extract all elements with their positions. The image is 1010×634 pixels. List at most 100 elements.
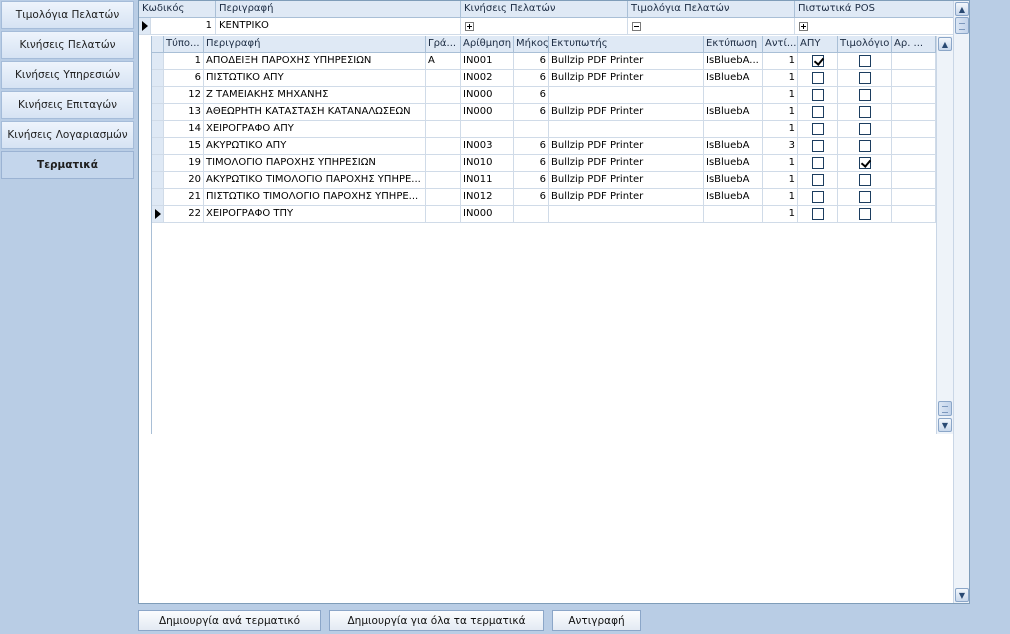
printer-cell[interactable]	[549, 206, 704, 222]
invoice-checkbox[interactable]	[858, 208, 871, 220]
length-cell[interactable]: 6	[514, 53, 549, 69]
length-cell[interactable]: 6	[514, 189, 549, 205]
numbering-cell[interactable]: IN000	[461, 206, 514, 222]
column-header-length[interactable]: Μήκος	[514, 36, 549, 52]
scroll-thumb[interactable]	[955, 17, 969, 34]
ar-cell[interactable]	[892, 70, 936, 86]
apy-checkbox[interactable]	[811, 140, 824, 152]
column-header-copies[interactable]: Αντί...	[763, 36, 798, 52]
numbering-cell[interactable]: IN000	[461, 87, 514, 103]
copies-cell[interactable]: 1	[763, 189, 798, 205]
copies-cell[interactable]: 1	[763, 87, 798, 103]
type-cell[interactable]: 13	[164, 104, 204, 120]
ar-cell[interactable]	[892, 138, 936, 154]
copies-cell[interactable]: 1	[763, 104, 798, 120]
sidebar-item-terminals[interactable]: Τερματικά	[1, 151, 134, 179]
length-cell[interactable]	[514, 121, 549, 137]
sidebar-item-customer-transactions[interactable]: Κινήσεις Πελατών	[1, 31, 134, 59]
printer-cell[interactable]: Bullzip PDF Printer	[549, 138, 704, 154]
copies-cell[interactable]: 3	[763, 138, 798, 154]
copy-button[interactable]: Αντιγραφή	[552, 610, 641, 631]
column-header-apy[interactable]: ΑΠΥ	[798, 36, 838, 52]
apy-checkbox[interactable]	[811, 106, 824, 118]
description-cell[interactable]: ΑΠΟΔΕΙΞΗ ΠΑΡΟΧΗΣ ΥΠΗΡΕΣΙΩΝ	[204, 53, 426, 69]
length-cell[interactable]: 6	[514, 155, 549, 171]
apy-checkbox[interactable]	[811, 55, 824, 67]
letter-cell[interactable]	[426, 138, 461, 154]
letter-cell[interactable]	[426, 189, 461, 205]
description-cell[interactable]: ΧΕΙΡΟΓΡΑΦΟ ΤΠΥ	[204, 206, 426, 222]
table-row[interactable]: 14 ΧΕΙΡΟΓΡΑΦΟ ΑΠΥ 1	[152, 121, 936, 138]
print-cell[interactable]: IsBluebA	[704, 138, 763, 154]
table-row[interactable]: 1 ΑΠΟΔΕΙΞΗ ΠΑΡΟΧΗΣ ΥΠΗΡΕΣΙΩΝ A IN001 6 Bullzi…	[152, 53, 936, 70]
letter-cell[interactable]	[426, 206, 461, 222]
scroll-up-icon[interactable]: ▲	[955, 2, 969, 16]
numbering-cell[interactable]: IN003	[461, 138, 514, 154]
copies-cell[interactable]: 1	[763, 70, 798, 86]
column-header-print[interactable]: Εκτύπωση	[704, 36, 763, 52]
apy-cell[interactable]	[798, 53, 838, 69]
numbering-cell[interactable]: IN010	[461, 155, 514, 171]
table-row[interactable]: 15 ΑΚΥΡΩΤΙΚΟ ΑΠΥ IN003 6 Bullzip PDF Printer…	[152, 138, 936, 155]
sidebar-item-account-transactions[interactable]: Κινήσεις Λογαριασμών	[1, 121, 134, 149]
description-cell[interactable]: ΠΙΣΤΩΤΙΚΟ ΤΙΜΟΛΟΓΙΟ ΠΑΡΟΧΗΣ ΥΠΗΡΕ...	[204, 189, 426, 205]
print-cell[interactable]: IsBluebA	[704, 172, 763, 188]
description-cell[interactable]: ΑΚΥΡΩΤΙΚΟ ΤΙΜΟΛΟΓΙΟ ΠΑΡΟΧΗΣ ΥΠΗΡΕ...	[204, 172, 426, 188]
type-cell[interactable]: 1	[164, 53, 204, 69]
type-cell[interactable]: 12	[164, 87, 204, 103]
table-row[interactable]: 21 ΠΙΣΤΩΤΙΚΟ ΤΙΜΟΛΟΓΙΟ ΠΑΡΟΧΗΣ ΥΠΗΡΕ... IN…	[152, 189, 936, 206]
invoice-cell[interactable]	[838, 104, 892, 120]
sidebar-item-cheque-transactions[interactable]: Κινήσεις Επιταγών	[1, 91, 134, 119]
invoice-cell[interactable]	[838, 189, 892, 205]
apy-cell[interactable]	[798, 104, 838, 120]
printer-cell[interactable]: Bullzip PDF Printer	[549, 70, 704, 86]
letter-cell[interactable]	[426, 104, 461, 120]
length-cell[interactable]: 6	[514, 87, 549, 103]
numbering-cell[interactable]: IN002	[461, 70, 514, 86]
invoice-checkbox[interactable]	[858, 55, 871, 67]
ar-cell[interactable]	[892, 121, 936, 137]
print-cell[interactable]	[704, 206, 763, 222]
printer-cell[interactable]: Bullzip PDF Printer	[549, 155, 704, 171]
printer-cell[interactable]	[549, 121, 704, 137]
column-header-customer-transactions[interactable]: Κινήσεις Πελατών	[461, 1, 628, 17]
printer-cell[interactable]	[549, 87, 704, 103]
column-header-pos-credits[interactable]: Πιστωτικά POS	[795, 1, 953, 17]
customer-invoices-cell[interactable]	[628, 18, 795, 34]
type-cell[interactable]: 6	[164, 70, 204, 86]
column-header-invoice[interactable]: Τιμολόγιο	[838, 36, 892, 52]
table-row[interactable]: 13 ΑΘΕΩΡΗΤΗ ΚΑΤΑΣΤΑΣΗ ΚΑΤΑΝΑΛΩΣΕΩΝ IN000 6 B…	[152, 104, 936, 121]
ar-cell[interactable]	[892, 189, 936, 205]
numbering-cell[interactable]	[461, 121, 514, 137]
apy-cell[interactable]	[798, 172, 838, 188]
master-code-cell[interactable]: 1	[151, 18, 216, 34]
letter-cell[interactable]	[426, 155, 461, 171]
length-cell[interactable]: 6	[514, 70, 549, 86]
table-row[interactable]: 22 ΧΕΙΡΟΓΡΑΦΟ ΤΠΥ IN000 1	[152, 206, 936, 223]
letter-cell[interactable]	[426, 87, 461, 103]
apy-cell[interactable]	[798, 155, 838, 171]
table-row[interactable]: 19 ΤΙΜΟΛΟΓΙΟ ΠΑΡΟΧΗΣ ΥΠΗΡΕΣΙΩΝ IN010 6 Bullz…	[152, 155, 936, 172]
copies-cell[interactable]: 1	[763, 121, 798, 137]
type-cell[interactable]: 20	[164, 172, 204, 188]
numbering-cell[interactable]: IN000	[461, 104, 514, 120]
invoice-cell[interactable]	[838, 87, 892, 103]
printer-cell[interactable]: Bullzip PDF Printer	[549, 172, 704, 188]
length-cell[interactable]: 6	[514, 138, 549, 154]
print-cell[interactable]: IsBluebA	[704, 189, 763, 205]
invoice-cell[interactable]	[838, 53, 892, 69]
apy-checkbox[interactable]	[811, 208, 824, 220]
copies-cell[interactable]: 1	[763, 206, 798, 222]
invoice-cell[interactable]	[838, 70, 892, 86]
apy-checkbox[interactable]	[811, 123, 824, 135]
ar-cell[interactable]	[892, 172, 936, 188]
master-description-cell[interactable]: ΚΕΝΤΡΙΚΟ	[216, 18, 461, 34]
ar-cell[interactable]	[892, 155, 936, 171]
customer-transactions-cell[interactable]	[461, 18, 628, 34]
apy-cell[interactable]	[798, 206, 838, 222]
column-header-ar[interactable]: Αρ. ...	[892, 36, 936, 52]
type-cell[interactable]: 15	[164, 138, 204, 154]
numbering-cell[interactable]: IN011	[461, 172, 514, 188]
numbering-cell[interactable]: IN012	[461, 189, 514, 205]
expand-plus-icon[interactable]	[799, 22, 808, 31]
